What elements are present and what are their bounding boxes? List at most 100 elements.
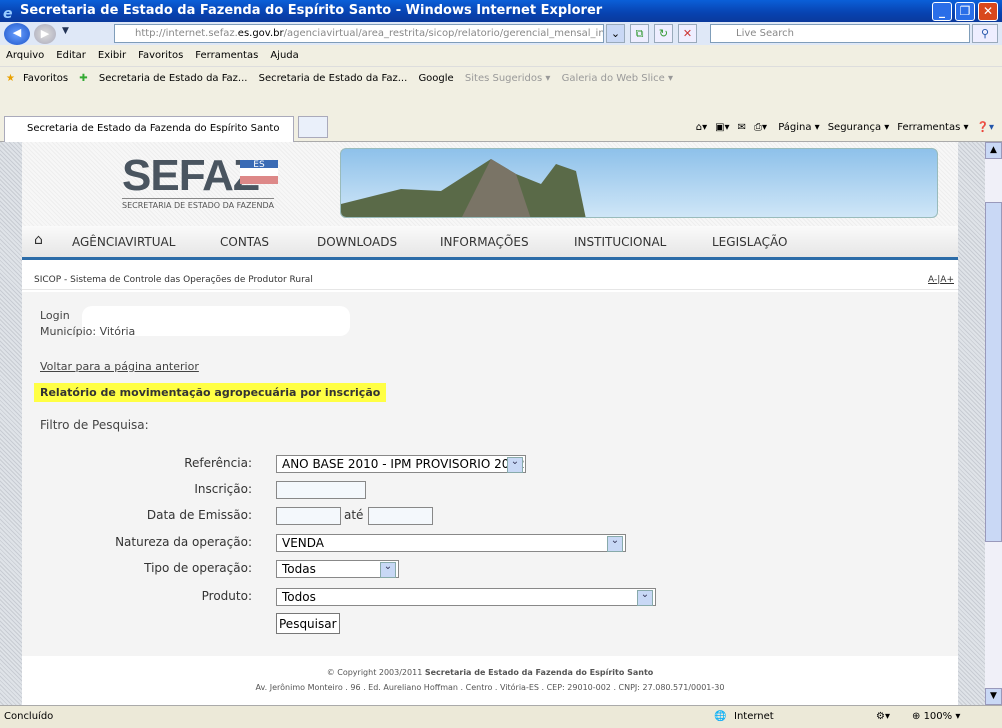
globe-icon: 🌐 (714, 711, 727, 722)
compatibility-icon[interactable]: ⧉ (630, 24, 649, 43)
natureza-value: VENDA (282, 536, 325, 550)
main-nav: ⌂ AGÊNCIAVIRTUAL CONTAS DOWNLOADS INFORM… (22, 226, 958, 260)
star-icon: ★ (6, 73, 15, 84)
produto-select[interactable]: Todos (276, 588, 656, 606)
vertical-scrollbar[interactable]: ▲ ▼ (985, 142, 1002, 705)
font-decrease-link[interactable]: A- (928, 275, 937, 285)
close-button[interactable]: ✕ (978, 2, 998, 21)
zone-text: Internet (734, 711, 774, 722)
fav-link-sites[interactable]: Sites Sugeridos ▾ (465, 73, 551, 84)
scroll-down-button[interactable]: ▼ (985, 688, 1002, 705)
history-dropdown-icon[interactable]: ▼ (62, 26, 69, 36)
favorites-bar: ★ Favoritos ✚ Secretaria de Estado da Faz… (0, 66, 1002, 90)
status-bar: Concluído 🌐 Internet ⚙▾ ⊕ 100% ▾ (0, 705, 1002, 727)
sefaz-logo[interactable]: SEFAZ ES SECRETARIA DE ESTADO DA FAZENDA (122, 154, 278, 210)
font-size-controls: A-|A+ (928, 270, 954, 290)
scroll-thumb[interactable] (985, 202, 1002, 542)
referencia-label: Referência: (184, 456, 252, 470)
refresh-button[interactable]: ↻ (654, 24, 673, 43)
tab-active[interactable]: Secretaria de Estado da Fazenda do Espír… (4, 116, 294, 142)
natureza-label: Natureza da operação: (115, 535, 252, 549)
search-button[interactable]: ⚲ (972, 24, 998, 43)
nav-agenciavirtual[interactable]: AGÊNCIAVIRTUAL (72, 235, 175, 249)
produto-label: Produto: (201, 589, 252, 603)
url-dropdown-icon[interactable]: ⌄ (606, 24, 625, 43)
menu-favoritos[interactable]: Favoritos (138, 50, 183, 61)
footer-address: Av. Jerônimo Monteiro . 96 . Ed. Aurelia… (255, 683, 725, 692)
nav-informacoes[interactable]: INFORMAÇÕES (440, 235, 529, 249)
nav-institucional[interactable]: INSTITUCIONAL (574, 235, 666, 249)
search-input[interactable]: Live Search (710, 24, 970, 43)
home-icon[interactable]: ⌂ (34, 232, 43, 248)
pesquisar-button[interactable]: Pesquisar (276, 613, 340, 634)
data-from-input[interactable] (276, 507, 341, 525)
new-tab-button[interactable] (298, 116, 328, 138)
safety-menu[interactable]: Segurança ▾ (828, 122, 890, 133)
tipo-select[interactable]: Todas (276, 560, 399, 578)
tools-menu[interactable]: Ferramentas ▾ (897, 122, 968, 133)
stop-button[interactable]: ✕ (678, 24, 697, 43)
tipo-label: Tipo de operação: (144, 561, 252, 575)
fav-link-webslice[interactable]: Galeria do Web Slice ▾ (562, 73, 673, 84)
protected-mode-icon[interactable]: ⚙▾ (876, 706, 890, 728)
minimize-button[interactable]: _ (932, 2, 952, 21)
login-label: Login (40, 309, 70, 322)
breadcrumb: SICOP - Sistema de Controle das Operaçõe… (22, 270, 958, 290)
forward-button[interactable]: ▶ (34, 24, 56, 44)
zoom-level: 100% (923, 711, 953, 722)
menu-arquivo[interactable]: Arquivo (6, 50, 44, 61)
footer-org: Secretaria de Estado da Fazenda do Espír… (424, 668, 654, 677)
url-input[interactable]: http://internet.sefaz.es.gov.br/agenciav… (114, 24, 604, 43)
address-bar-row: ◀ ▶ ▼ http://internet.sefaz.es.gov.br/ag… (0, 22, 1002, 45)
page-content: SEFAZ ES SECRETARIA DE ESTADO DA FAZENDA… (22, 142, 958, 705)
maximize-button[interactable]: ❐ (955, 2, 975, 21)
status-text: Concluído (4, 711, 54, 722)
data-emissao-label: Data de Emissão: (146, 508, 252, 522)
menu-exibir[interactable]: Exibir (98, 50, 126, 61)
ate-label: até (344, 508, 364, 522)
tab-title: Secretaria de Estado da Fazenda do Espír… (27, 123, 280, 134)
window-title: Secretaria de Estado da Fazenda do Espír… (20, 3, 603, 18)
header-banner-image (340, 148, 938, 218)
fav-link-1[interactable]: Secretaria de Estado da Faz... (99, 73, 248, 84)
produto-value: Todos (282, 590, 316, 604)
page-menu[interactable]: Página ▾ (778, 122, 820, 133)
menu-editar[interactable]: Editar (56, 50, 86, 61)
mail-icon[interactable]: ✉ (738, 122, 746, 133)
filter-title: Filtro de Pesquisa: (40, 418, 149, 432)
footer: © Copyright 2003/2011 Secretaria de Esta… (22, 656, 958, 705)
fav-link-2[interactable]: Secretaria de Estado da Faz... (259, 73, 408, 84)
fav-link-google[interactable]: Google (418, 73, 453, 84)
scroll-up-button[interactable]: ▲ (985, 142, 1002, 159)
page-viewport: SEFAZ ES SECRETARIA DE ESTADO DA FAZENDA… (0, 142, 1002, 705)
print-icon[interactable]: ⎙▾ (754, 122, 767, 133)
nav-contas[interactable]: CONTAS (220, 235, 269, 249)
nav-legislacao[interactable]: LEGISLAÇÃO (712, 235, 788, 249)
main-area: Login Município: Vitória Voltar para a p… (22, 292, 958, 656)
title-bar: e Secretaria de Estado da Fazenda do Esp… (0, 0, 1002, 22)
site-header: SEFAZ ES SECRETARIA DE ESTADO DA FAZENDA (22, 142, 958, 226)
feeds-icon[interactable]: ▣▾ (715, 122, 729, 133)
menu-bar: Arquivo Editar Exibir Favoritos Ferramentas A… (0, 45, 1002, 66)
font-increase-link[interactable]: A+ (940, 275, 954, 285)
breadcrumb-text: SICOP - Sistema de Controle das Operaçõe… (34, 275, 313, 285)
natureza-select[interactable]: VENDA (276, 534, 626, 552)
back-button[interactable]: ◀ (4, 23, 30, 45)
add-favorite-icon[interactable]: ✚ (79, 73, 87, 84)
municipio-text: Município: Vitória (40, 325, 136, 338)
data-to-input[interactable] (368, 507, 433, 525)
es-flag-badge: ES (240, 160, 278, 184)
menu-ferramentas[interactable]: Ferramentas (195, 50, 258, 61)
menu-ajuda[interactable]: Ajuda (270, 50, 298, 61)
help-icon[interactable]: ❓▾ (977, 122, 994, 133)
inscricao-input[interactable] (276, 481, 366, 499)
home-icon[interactable]: ⌂▾ (696, 122, 707, 133)
nav-downloads[interactable]: DOWNLOADS (317, 235, 397, 249)
referencia-value: ANO BASE 2010 - IPM PROVISORIO 2012 (282, 457, 525, 471)
zoom-control[interactable]: ⊕ 100% ▾ (912, 706, 960, 728)
back-link[interactable]: Voltar para a página anterior (40, 360, 199, 373)
copyright-text: © Copyright 2003/2011 (326, 668, 423, 677)
favorites-button[interactable]: Favoritos (23, 73, 68, 84)
report-title: Relatório de movimentação agropecuária p… (34, 383, 387, 402)
referencia-select[interactable]: ANO BASE 2010 - IPM PROVISORIO 2012 (276, 455, 526, 473)
